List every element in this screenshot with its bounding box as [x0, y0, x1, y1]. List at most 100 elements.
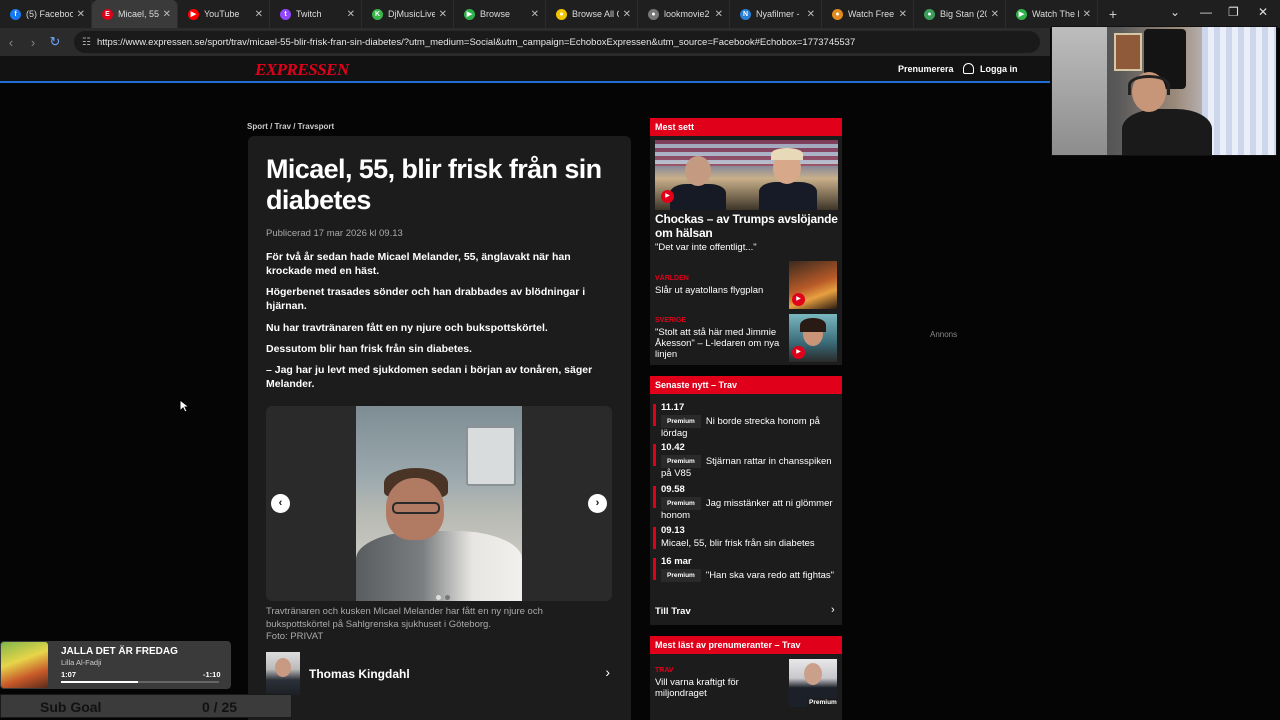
chevron-right-icon[interactable]: › — [831, 604, 835, 616]
browser-tab[interactable]: ▶ YouTube ✕ — [178, 0, 270, 28]
carousel-next-button[interactable]: › — [588, 494, 607, 513]
tab-close-icon[interactable]: ✕ — [77, 9, 85, 20]
play-icon[interactable]: ▶ — [792, 293, 805, 306]
play-icon[interactable]: ▶ — [661, 190, 674, 203]
most-viewed-item-title[interactable]: "Stolt att stå här med Jimmie Åkesson" –… — [655, 327, 787, 360]
tab-close-icon[interactable]: ✕ — [347, 9, 355, 20]
news-headline-text: "Han ska vara redo att fightas" — [705, 570, 835, 582]
photo-credit: Foto: PRIVAT — [266, 631, 324, 642]
timeline-marker — [653, 558, 656, 580]
browser-tab[interactable]: ▶ Watch The F ✕ — [1006, 0, 1098, 28]
most-viewed-main-title[interactable]: Chockas – av Trumps avslöjande om hälsan — [655, 212, 841, 240]
webcam-overlay — [1051, 26, 1277, 156]
tab-close-icon[interactable]: ✕ — [623, 9, 631, 20]
song-progress-bar — [61, 681, 219, 683]
maximize-icon[interactable]: ❐ — [1228, 5, 1239, 19]
song-title: JALLA DET ÄR FREDAG — [61, 646, 178, 657]
site-info-icon[interactable]: ☷ — [82, 37, 91, 48]
premium-badge: Premium — [661, 415, 701, 428]
tab-favicon-icon: N — [740, 8, 751, 20]
latest-news-item[interactable]: 10.42 Premium Stjärnan rattar in chansspik… — [653, 442, 837, 479]
till-trav-link[interactable]: Till Trav — [655, 606, 691, 617]
tab-close-icon[interactable]: ✕ — [163, 9, 171, 20]
carousel-dots[interactable] — [434, 587, 452, 601]
new-tab-icon[interactable]: + — [1102, 6, 1124, 22]
tab-close-icon[interactable]: ✕ — [1083, 9, 1091, 20]
tab-close-icon[interactable]: ✕ — [715, 9, 723, 20]
browser-tab[interactable]: ● Watch Free ✕ — [822, 0, 914, 28]
url-field[interactable]: ☷ https://www.expressen.se/sport/trav/mi… — [74, 31, 1040, 53]
article-card: Micael, 55, blir frisk från sin diabetes… — [248, 136, 631, 720]
tab-close-icon[interactable]: ✕ — [439, 9, 447, 20]
tab-label: (5) Facebook — [26, 9, 73, 19]
reload-icon[interactable]: ↻ — [44, 34, 66, 50]
news-time: 11.17 — [661, 402, 685, 413]
carousel-prev-button[interactable]: ‹ — [271, 494, 290, 513]
browser-tab[interactable]: E Micael, 55, b ✕ — [92, 0, 178, 28]
latest-news-item[interactable]: 09.58 Premium Jag misstänker att ni glömme… — [653, 484, 837, 521]
timeline-marker — [653, 486, 656, 508]
photo-caption: Travtränaren och kusken Micael Melander … — [266, 606, 586, 644]
forward-icon[interactable]: › — [22, 35, 44, 50]
latest-news-item[interactable]: 11.17 Premium Ni borde strecka honom på lö… — [653, 402, 837, 439]
tab-search-icon[interactable]: ⌄ — [1170, 5, 1180, 19]
tab-label: Big Stan (20 — [940, 9, 987, 19]
tab-favicon-icon: f — [10, 8, 21, 20]
close-window-icon[interactable]: ✕ — [1258, 5, 1268, 19]
news-headline: Premium Stjärnan rattar in chansspiken på… — [661, 455, 837, 479]
play-icon[interactable]: ▶ — [792, 346, 805, 359]
tab-favicon-icon: ● — [832, 8, 843, 20]
tab-favicon-icon: t — [280, 8, 291, 20]
tab-favicon-icon: ● — [556, 8, 567, 20]
published-date: Publicerad 17 mar 2026 kl 09.13 — [266, 228, 403, 239]
tab-label: Nyafilmer - — [756, 9, 800, 19]
lead-paragraph: Nu har travtränaren fått en ny njure och… — [266, 322, 548, 334]
latest-news-item[interactable]: 16 mar Premium "Han ska vara redo att figh… — [653, 556, 837, 582]
mouse-cursor-icon — [179, 399, 190, 413]
news-time: 10.42 — [661, 442, 685, 453]
tab-close-icon[interactable]: ✕ — [807, 9, 815, 20]
most-viewed-item-title[interactable]: Slår ut ayatollans flygplan — [655, 285, 785, 296]
timeline-marker — [653, 404, 656, 426]
breadcrumb[interactable]: Sport / Trav / Travsport — [247, 122, 334, 131]
tab-close-icon[interactable]: ✕ — [991, 9, 999, 20]
most-viewed-main-image[interactable] — [655, 140, 838, 210]
browser-tab[interactable]: ● lookmovie2 ✕ — [638, 0, 730, 28]
back-icon[interactable]: ‹ — [0, 35, 22, 50]
browser-tab[interactable]: f (5) Facebook ✕ — [0, 0, 92, 28]
browser-tab[interactable]: t Twitch ✕ — [270, 0, 362, 28]
browser-tab[interactable]: K DjMusicLive ✕ — [362, 0, 454, 28]
author-avatar — [266, 652, 300, 695]
browser-tab-bar: f (5) Facebook ✕ E Micael, 55, b ✕ ▶ YouTube ✕ tT… — [0, 0, 1280, 28]
sub-goal-count: 0 / 25 — [202, 699, 238, 715]
tab-label: Watch The F — [1032, 9, 1079, 19]
tab-favicon-icon: ▶ — [1016, 8, 1027, 20]
premium-badge: Premium — [661, 569, 701, 582]
chevron-right-icon: › — [605, 664, 610, 680]
tab-close-icon[interactable]: ✕ — [899, 9, 907, 20]
song-elapsed: 1:07 — [61, 670, 77, 679]
browser-tab[interactable]: ● Browse All C ✕ — [546, 0, 638, 28]
lead-paragraph: Dessutom blir han frisk från sin diabete… — [266, 343, 472, 355]
expressen-logo[interactable]: EXPRESSEN — [255, 60, 349, 80]
article-photo — [356, 406, 522, 601]
browser-tab[interactable]: ● Big Stan (20 ✕ — [914, 0, 1006, 28]
subscribe-link[interactable]: Prenumerera — [898, 64, 954, 74]
login-button[interactable]: Logga in — [963, 63, 1018, 74]
most-read-item-title[interactable]: Vill varna kraftigt för miljondraget — [655, 677, 775, 699]
author-byline[interactable]: Thomas Kingdahl › — [266, 652, 612, 696]
song-artist: Lilla Al-Fadji — [61, 658, 102, 667]
tab-close-icon[interactable]: ✕ — [255, 9, 263, 20]
minimize-icon[interactable]: — — [1200, 5, 1212, 19]
tab-close-icon[interactable]: ✕ — [531, 9, 539, 20]
item-kicker: TRAV — [655, 667, 674, 674]
tab-label: Twitch — [296, 9, 322, 19]
ad-label: Annons — [930, 330, 958, 339]
image-carousel[interactable]: ‹ › — [266, 406, 612, 601]
browser-tab[interactable]: ▶ Browse ✕ — [454, 0, 546, 28]
latest-news-item[interactable]: 09.13 Micael, 55, blir frisk från sin dia… — [653, 525, 837, 549]
tab-favicon-icon: ▶ — [464, 8, 475, 20]
browser-tab[interactable]: N Nyafilmer - ✕ — [730, 0, 822, 28]
timeline-marker — [653, 527, 656, 549]
news-time: 09.58 — [661, 484, 685, 495]
